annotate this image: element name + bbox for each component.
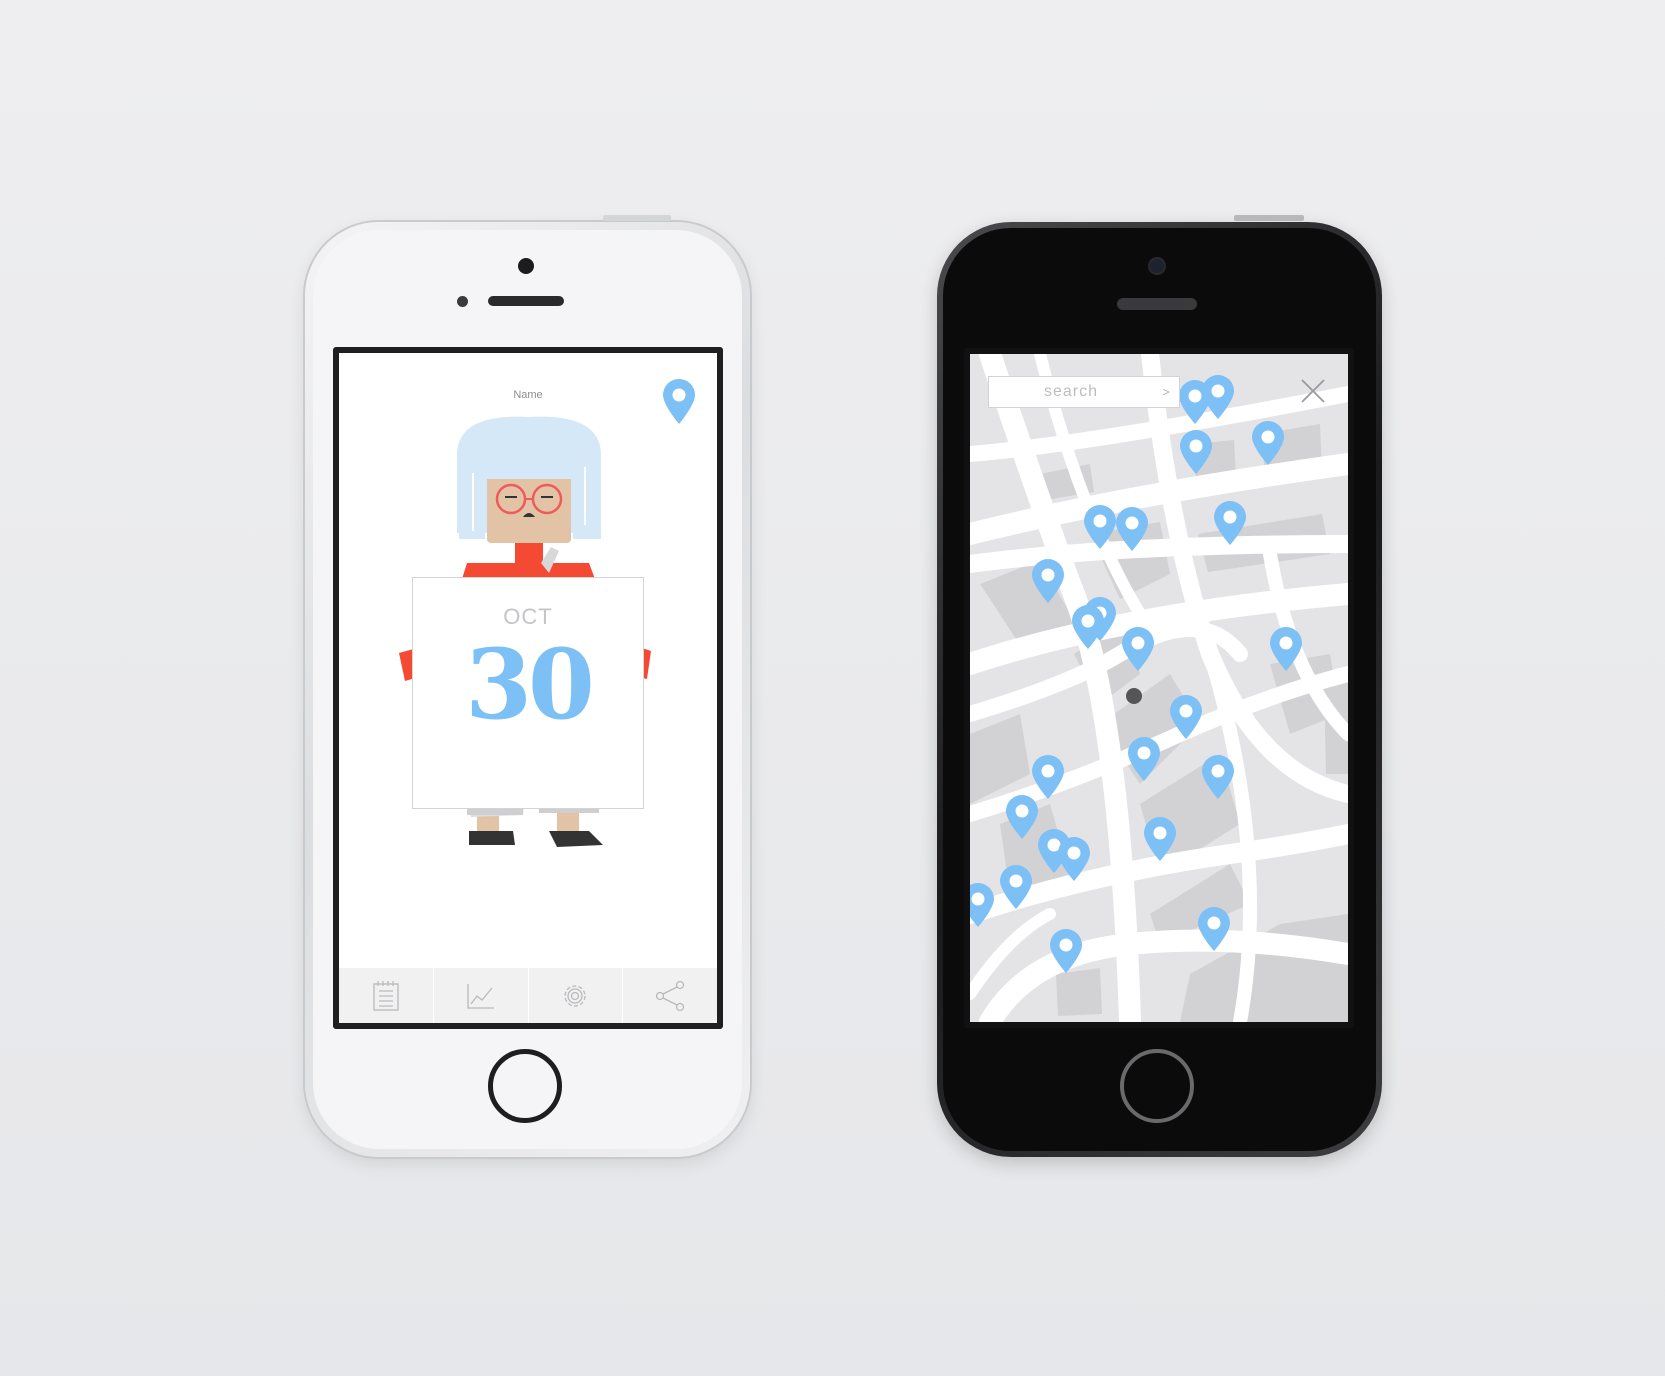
home-button[interactable] bbox=[488, 1049, 562, 1123]
date-day: 30 bbox=[465, 628, 595, 741]
map-pin-icon[interactable] bbox=[1169, 694, 1203, 740]
proximity-sensor bbox=[457, 296, 468, 307]
tab-share[interactable] bbox=[623, 968, 717, 1023]
tab-settings[interactable] bbox=[529, 968, 624, 1023]
map-pin-icon[interactable] bbox=[1005, 794, 1039, 840]
mute-switch bbox=[931, 355, 937, 391]
front-camera bbox=[1150, 259, 1164, 273]
map-pin-icon[interactable] bbox=[1197, 906, 1231, 952]
map-pin-icon[interactable] bbox=[1083, 504, 1117, 550]
search-box: > bbox=[988, 376, 1180, 408]
tab-notes[interactable] bbox=[339, 968, 434, 1023]
map-pin-icon[interactable] bbox=[1179, 429, 1213, 475]
map-pin-icon[interactable] bbox=[1121, 626, 1155, 672]
share-icon bbox=[655, 980, 685, 1011]
volume-up-button bbox=[299, 438, 305, 472]
date-card: OCT 30 bbox=[412, 577, 644, 809]
volume-up-button bbox=[931, 438, 937, 472]
front-camera bbox=[518, 258, 534, 274]
screen-frame: > bbox=[964, 348, 1354, 1028]
map-pin-icon[interactable] bbox=[1031, 558, 1065, 604]
calendar-screen: Name OCT 30 bbox=[339, 353, 717, 1023]
map-pin-icon[interactable] bbox=[1269, 626, 1303, 672]
map-pin-icon[interactable] bbox=[1213, 500, 1247, 546]
volume-down-button bbox=[299, 517, 305, 551]
map-pin-icon[interactable] bbox=[1071, 604, 1105, 650]
date-month: OCT bbox=[503, 604, 553, 629]
map-screen: > bbox=[970, 354, 1348, 1022]
map-pin-icon[interactable] bbox=[1049, 928, 1083, 974]
tab-bar bbox=[339, 968, 717, 1023]
map-pin-icon[interactable] bbox=[1201, 754, 1235, 800]
screen-frame: Name OCT 30 bbox=[333, 347, 723, 1029]
map-pin-icon[interactable] bbox=[970, 882, 995, 928]
home-button[interactable] bbox=[1120, 1049, 1194, 1123]
tab-stats[interactable] bbox=[434, 968, 529, 1023]
mute-switch bbox=[299, 355, 305, 391]
search-input[interactable] bbox=[989, 383, 1153, 401]
search-submit-button[interactable]: > bbox=[1153, 385, 1179, 399]
close-icon[interactable] bbox=[1296, 374, 1330, 408]
map-pin-icon[interactable] bbox=[1201, 374, 1235, 420]
map-pin-icon[interactable] bbox=[1057, 836, 1091, 882]
earpiece-speaker bbox=[1117, 298, 1197, 310]
volume-down-button bbox=[931, 517, 937, 551]
map-pin-icon[interactable] bbox=[1143, 816, 1177, 862]
notepad-icon bbox=[373, 980, 399, 1011]
chart-icon bbox=[466, 983, 494, 1009]
power-button bbox=[1234, 215, 1304, 221]
map-pin-icon[interactable] bbox=[1127, 736, 1161, 782]
earpiece-speaker bbox=[488, 296, 564, 306]
gear-icon bbox=[564, 984, 587, 1007]
power-button bbox=[603, 215, 671, 221]
map-pin-icon[interactable] bbox=[1251, 420, 1285, 466]
map-pins bbox=[970, 354, 1348, 1022]
map-pin-icon[interactable] bbox=[1115, 506, 1149, 552]
map-pin-icon[interactable] bbox=[999, 864, 1033, 910]
